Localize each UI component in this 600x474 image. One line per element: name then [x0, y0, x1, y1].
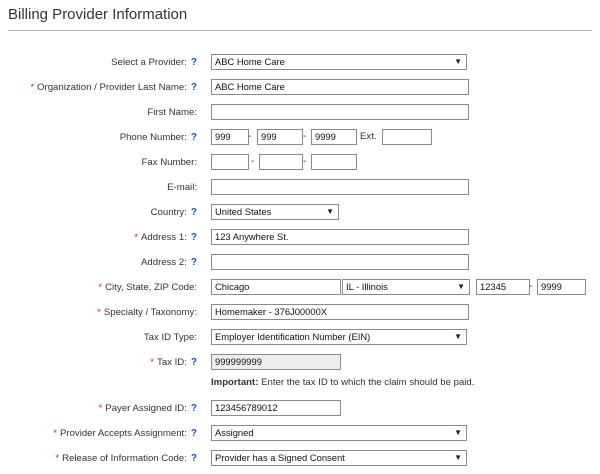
row-select-provider: Select a Provider:? ABC Home Care ▼ — [0, 54, 600, 78]
payer-assigned-id-label: * Payer Assigned ID:? — [98, 403, 197, 414]
accepts-assignment-dropdown[interactable]: Assigned ▼ — [211, 425, 467, 441]
fax-dash: - — [251, 156, 255, 167]
tax-id-type-dropdown[interactable]: Employer Identification Number (EIN) ▼ — [211, 329, 467, 345]
required-marker: * — [55, 453, 60, 464]
row-address2: Address 2:? — [0, 254, 600, 278]
help-icon[interactable]: ? — [191, 82, 197, 93]
row-release-info: * Release of Information Code:? Provider … — [0, 450, 600, 474]
org-last-name-input[interactable]: ABC Home Care — [211, 79, 469, 95]
help-icon[interactable]: ? — [191, 453, 197, 464]
release-info-dropdown[interactable]: Provider has a Signed Consent ▼ — [211, 450, 467, 466]
dropdown-arrow-icon: ▼ — [454, 428, 462, 437]
ext-label: Ext. — [360, 131, 377, 142]
required-marker: * — [150, 357, 155, 368]
row-phone: Phone Number:? 999 - 999 - 9999 Ext. — [0, 129, 600, 153]
row-city-state-zip: * City, State, ZIP Code: Chicago IL - Ill… — [0, 279, 600, 303]
required-marker: * — [53, 428, 57, 439]
note-text: Enter the tax ID to which the claim shou… — [258, 377, 475, 388]
email-label: E-mail: — [167, 182, 197, 193]
section-title: Billing Provider Information — [8, 6, 188, 23]
tax-id-type-label: Tax ID Type: — [143, 332, 197, 343]
fax-prefix-input[interactable] — [259, 154, 303, 170]
select-provider-label: Select a Provider:? — [111, 57, 197, 68]
tax-id-note: Important: Enter the tax ID to which the… — [211, 377, 474, 388]
fax-label: Fax Number: — [141, 157, 197, 168]
phone-area-input[interactable]: 999 — [211, 129, 249, 145]
dropdown-arrow-icon: ▼ — [326, 207, 334, 216]
zip-input[interactable]: 12345 — [476, 279, 530, 295]
city-state-zip-label: * City, State, ZIP Code: — [98, 282, 197, 293]
phone-prefix-input[interactable]: 999 — [257, 129, 303, 145]
phone-ext-input[interactable] — [382, 129, 432, 145]
dropdown-arrow-icon: ▼ — [457, 282, 465, 291]
address1-input[interactable]: 123 Anywhere St. — [211, 229, 469, 245]
row-first-name: First Name: — [0, 104, 600, 128]
phone-dash: - — [303, 131, 307, 142]
dropdown-arrow-icon: ▼ — [454, 57, 462, 66]
specialty-label: * Specialty / Taxonomy: — [97, 307, 197, 318]
required-marker: * — [30, 82, 35, 93]
required-marker: * — [98, 282, 103, 293]
fax-area-input[interactable] — [211, 154, 249, 170]
help-icon[interactable]: ? — [191, 257, 197, 268]
row-address1: * Address 1:? 123 Anywhere St. — [0, 229, 600, 253]
row-fax: Fax Number: - - — [0, 154, 600, 178]
city-input[interactable]: Chicago — [211, 279, 341, 295]
required-marker: * — [98, 403, 103, 414]
required-marker: * — [97, 307, 101, 318]
address2-input[interactable] — [211, 254, 469, 270]
help-icon[interactable]: ? — [191, 403, 197, 414]
select-provider-dropdown[interactable]: ABC Home Care ▼ — [211, 54, 467, 70]
row-tax-id: * Tax ID:? 999999999 — [0, 354, 600, 378]
help-icon[interactable]: ? — [191, 132, 197, 143]
accepts-assignment-label: * Provider Accepts Assignment:? — [53, 428, 197, 439]
first-name-input[interactable] — [211, 104, 469, 120]
row-tax-id-type: Tax ID Type: Employer Identification Num… — [0, 329, 600, 353]
state-dropdown[interactable]: IL - Illinois ▼ — [342, 279, 470, 295]
fax-line-input[interactable] — [311, 154, 357, 170]
phone-line-input[interactable]: 9999 — [311, 129, 357, 145]
first-name-label: First Name: — [147, 107, 197, 118]
release-info-label: * Release of Information Code:? — [55, 453, 197, 464]
row-email: E-mail: — [0, 179, 600, 203]
phone-dash: - — [248, 131, 252, 142]
note-emphasis: Important: — [211, 377, 259, 388]
row-specialty: * Specialty / Taxonomy: Homemaker - 376J0… — [0, 304, 600, 328]
address2-label: Address 2:? — [141, 257, 197, 268]
row-org-last-name: * Organization / Provider Last Name:? ABC… — [0, 79, 600, 103]
help-icon[interactable]: ? — [191, 57, 197, 68]
phone-label: Phone Number:? — [119, 132, 197, 143]
zip4-input[interactable]: 9999 — [537, 279, 586, 295]
country-label: Country:? — [150, 207, 197, 218]
zip-dash: - — [529, 281, 533, 292]
tax-id-input[interactable]: 999999999 — [211, 354, 341, 370]
help-icon[interactable]: ? — [191, 357, 197, 368]
row-payer-assigned-id: * Payer Assigned ID:? 123456789012 — [0, 400, 600, 424]
fax-dash: - — [303, 156, 307, 167]
help-icon[interactable]: ? — [191, 207, 197, 218]
payer-assigned-id-input[interactable]: 123456789012 — [211, 400, 341, 416]
email-input[interactable] — [211, 179, 469, 195]
dropdown-arrow-icon: ▼ — [454, 453, 462, 462]
tax-id-label: * Tax ID:? — [150, 357, 197, 368]
org-last-name-label: * Organization / Provider Last Name:? — [30, 82, 197, 93]
specialty-input[interactable]: Homemaker - 376J00000X — [211, 304, 469, 320]
help-icon[interactable]: ? — [191, 428, 197, 439]
dropdown-arrow-icon: ▼ — [454, 332, 462, 341]
section-divider — [8, 30, 592, 31]
required-marker: * — [134, 232, 139, 243]
address1-label: * Address 1:? — [134, 232, 197, 243]
row-accepts-assignment: * Provider Accepts Assignment:? Assigned ▼ — [0, 425, 600, 449]
help-icon[interactable]: ? — [191, 232, 197, 243]
country-dropdown[interactable]: United States ▼ — [211, 204, 339, 220]
row-country: Country:? United States ▼ — [0, 204, 600, 228]
